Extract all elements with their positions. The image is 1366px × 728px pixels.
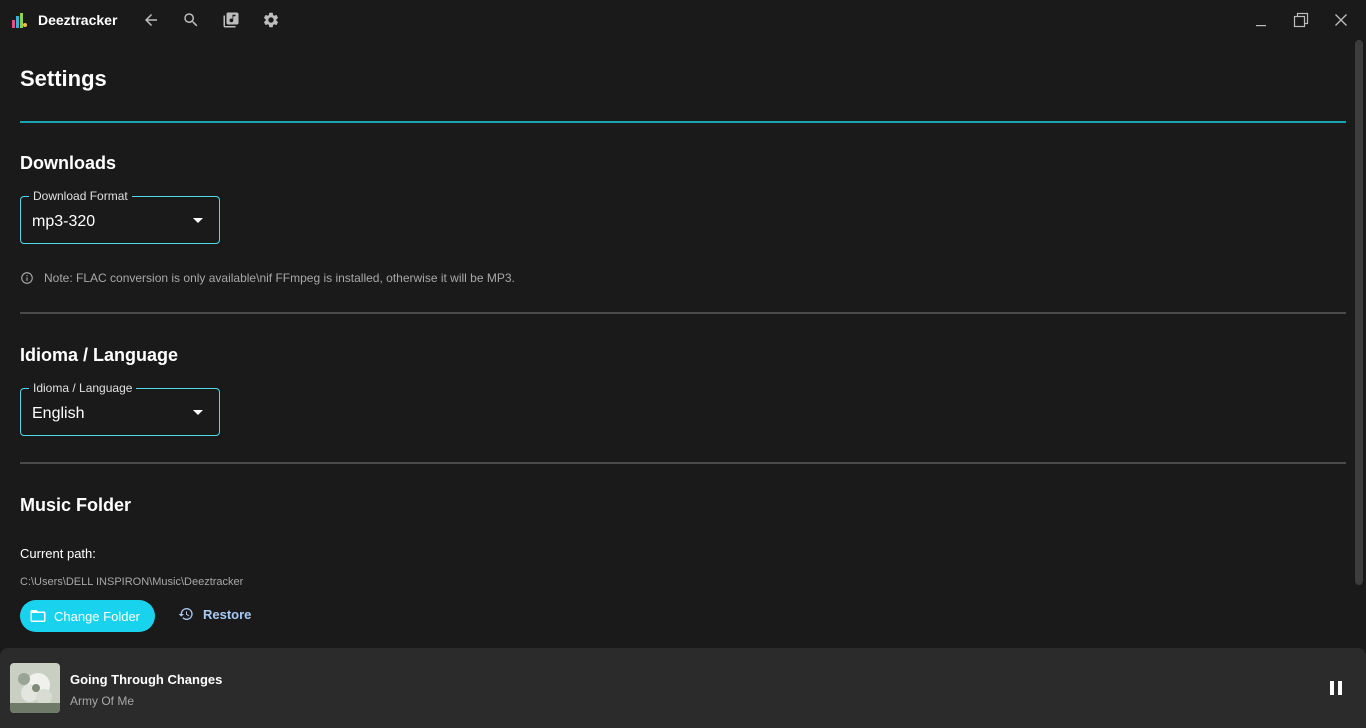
back-button[interactable] [141, 10, 161, 30]
app-window: Deeztracker Settings Downloads Download … [0, 0, 1366, 728]
caret-down-icon [193, 218, 203, 223]
flac-note-text: Note: FLAC conversion is only available\… [44, 271, 515, 285]
maximize-button[interactable] [1291, 10, 1311, 30]
caret-down-icon [193, 410, 203, 415]
search-icon [184, 13, 198, 27]
music-folder-heading: Music Folder [20, 495, 132, 515]
close-icon [1335, 14, 1347, 26]
scrollbar[interactable] [1355, 40, 1363, 585]
minimize-icon [1256, 25, 1266, 27]
section-divider [20, 462, 1346, 464]
download-format-value: mp3-320 [32, 213, 96, 230]
restore-button[interactable]: Restore [178, 606, 251, 622]
album-art[interactable] [10, 663, 60, 713]
section-divider [20, 312, 1346, 314]
minimize-button[interactable] [1251, 10, 1271, 30]
change-folder-button[interactable]: Change Folder [20, 600, 155, 632]
history-icon [178, 608, 193, 620]
app-logo-icon [12, 13, 27, 28]
page-title: Settings [20, 66, 107, 91]
flac-note: Note: FLAC conversion is only available\… [20, 271, 515, 285]
track-title: Going Through Changes [70, 672, 223, 687]
library-music-icon [223, 12, 239, 28]
search-button[interactable] [181, 10, 201, 30]
maximize-icon [1293, 12, 1309, 28]
gear-icon [263, 12, 279, 28]
close-button[interactable] [1331, 10, 1351, 30]
language-heading: Idioma / Language [20, 345, 179, 365]
title-bar: Deeztracker [0, 0, 1366, 40]
download-format-label: Download Format [29, 189, 132, 203]
app-title: Deeztracker [38, 12, 118, 28]
change-folder-label: Change Folder [54, 608, 140, 624]
restore-label: Restore [203, 606, 252, 622]
info-icon [21, 272, 33, 284]
track-artist: Army Of Me [70, 694, 135, 708]
folder-icon [30, 610, 46, 622]
arrow-left-icon [145, 14, 157, 26]
current-path-label: Current path: [20, 546, 96, 561]
language-value: English [32, 405, 85, 422]
language-label: Idioma / Language [29, 381, 137, 395]
settings-button[interactable] [261, 10, 281, 30]
pause-icon[interactable] [1327, 679, 1345, 697]
title-divider [20, 121, 1346, 123]
download-format-select[interactable]: Download Format mp3-320 [20, 189, 220, 244]
language-select[interactable]: Idioma / Language English [20, 381, 220, 436]
library-button[interactable] [221, 10, 241, 30]
player-bar: Going Through Changes Army Of Me [0, 648, 1366, 728]
downloads-heading: Downloads [20, 153, 117, 173]
current-path-value: C:\Users\DELL INSPIRON\Music\Deeztracker [20, 576, 244, 588]
album-art-image [10, 663, 60, 713]
